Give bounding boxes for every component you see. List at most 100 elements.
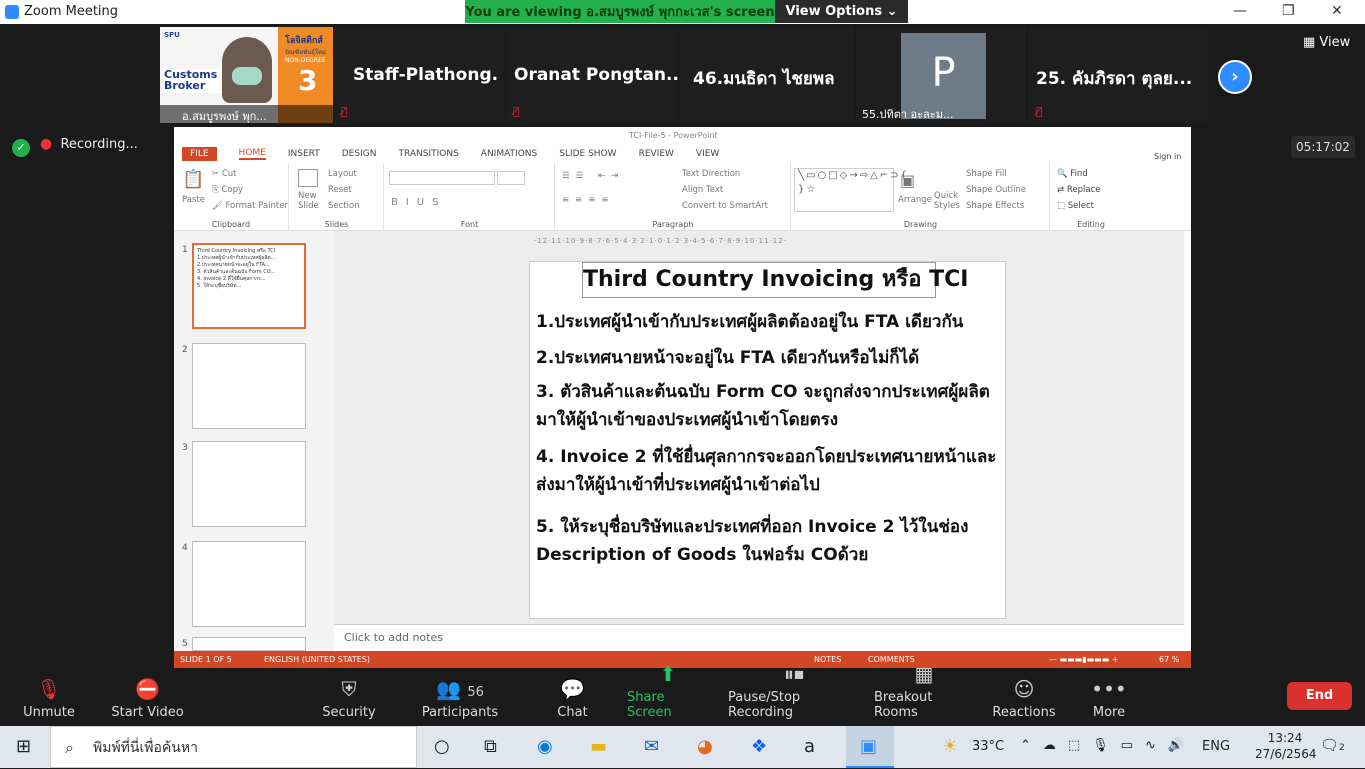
slide-thumbnail-3[interactable] [192, 441, 306, 527]
view-layout-button[interactable]: ▦ View [1303, 35, 1350, 50]
paste-button[interactable]: Paste [182, 195, 205, 205]
shape-effects-button[interactable]: Shape Effects [966, 201, 1024, 211]
layout-button[interactable]: Layout [328, 169, 357, 179]
participant-tile[interactable]: 25. คัมภิรดา ตุลย... 🎙̸ [1028, 27, 1208, 123]
cut-button[interactable]: ✂ Cut [212, 169, 236, 179]
task-view-icon[interactable]: ⧉ [484, 736, 497, 757]
chat-icon: 💬 [560, 677, 585, 701]
slide-thumbnail-4[interactable] [192, 541, 306, 627]
list-buttons[interactable]: ☰☰ ⇤⇥ [562, 171, 624, 181]
language-status: ENGLISH (UNITED STATES) [264, 655, 370, 664]
zoom-taskbar-button[interactable]: ▣ [846, 726, 894, 768]
file-explorer-icon[interactable]: ▬ [590, 736, 607, 757]
security-button[interactable]: ⛨ Security [318, 668, 380, 726]
participant-tile[interactable]: Staff-Plathong. 🎙̸ [335, 27, 505, 123]
find-button[interactable]: 🔍 Find [1057, 169, 1088, 179]
convert-smartart-button[interactable]: Convert to SmartArt [682, 201, 768, 211]
replace-button[interactable]: ⇄ Replace [1057, 185, 1100, 195]
align-buttons[interactable]: ≡≡≡≡ [562, 195, 615, 205]
notes-button[interactable]: NOTES [814, 655, 841, 664]
reactions-button[interactable]: ☺ Reactions [992, 668, 1055, 726]
breakout-rooms-button[interactable]: ▦ Breakout Rooms [874, 662, 974, 726]
group-label: Drawing [903, 220, 938, 229]
tab-animations[interactable]: ANIMATIONS [481, 149, 537, 159]
paste-icon[interactable]: 📋 [182, 169, 204, 190]
slide-thumbnail-5[interactable] [192, 637, 306, 651]
slide-thumbnail-2[interactable] [192, 343, 306, 429]
input-language[interactable]: ENG [1202, 739, 1230, 754]
minimize-icon[interactable]: — [1233, 3, 1247, 19]
shape-fill-button[interactable]: Shape Fill [966, 169, 1007, 179]
view-options-button[interactable]: View Options ⌄ [775, 0, 908, 23]
more-button[interactable]: ••• More [1090, 668, 1128, 726]
start-video-button[interactable]: ⛔ Start Video [110, 668, 185, 726]
reset-button[interactable]: Reset [328, 185, 352, 195]
participant-tile[interactable]: Oranat Pongtan... 🎙̸ [507, 27, 685, 123]
end-meeting-button[interactable]: End [1287, 682, 1352, 710]
text-direction-button[interactable]: Text Direction [682, 169, 740, 179]
course-label: Customs Broker [164, 69, 222, 93]
tab-insert[interactable]: INSERT [288, 149, 320, 159]
comments-button[interactable]: COMMENTS [868, 655, 915, 664]
tab-slide-show[interactable]: SLIDE SHOW [559, 149, 616, 159]
tab-home[interactable]: HOME [238, 148, 266, 160]
copy-button[interactable]: ⎘ Copy [212, 185, 243, 195]
maximize-icon[interactable]: ❐ [1282, 3, 1295, 19]
new-slide-icon[interactable] [298, 169, 318, 187]
shape-outline-button[interactable]: Shape Outline [966, 185, 1026, 195]
arrange-button[interactable]: Arrange [898, 195, 932, 205]
align-text-button[interactable]: Align Text [682, 185, 723, 195]
select-button[interactable]: ⬚ Select [1057, 201, 1094, 211]
font-format-buttons[interactable]: BIUS [391, 197, 446, 208]
zoom-logo-icon [5, 5, 19, 19]
section-button[interactable]: Section [328, 201, 360, 211]
powerpoint-window: TCI-File-5 - PowerPoint Sign in FILE HOM… [174, 127, 1191, 668]
notification-icon[interactable]: 🗨2 [1320, 736, 1345, 754]
thumb-number: 1 [182, 245, 188, 255]
participant-tile[interactable]: P 55.ปทิตา อะละม... [856, 27, 1026, 123]
group-label: Paragraph [652, 220, 694, 229]
amazon-icon[interactable]: a [804, 736, 815, 757]
pause-recording-button[interactable]: ⏸⏹ Pause/Stop Recording [728, 662, 860, 726]
taskbar-clock[interactable]: 13:24 27/6/2564 [1255, 730, 1317, 762]
windows-start-icon[interactable]: ⊞ [16, 736, 31, 757]
share-screen-button[interactable]: ⬆ Share Screen [627, 662, 709, 726]
tab-design[interactable]: DESIGN [342, 149, 377, 159]
participant-tile[interactable]: 46.มนธิดา ไชยพล [679, 27, 854, 123]
format-painter-button[interactable]: 🖌 Format Painter [212, 201, 288, 211]
font-size-field[interactable] [497, 171, 525, 185]
tab-file[interactable]: FILE [182, 147, 217, 161]
slide-canvas[interactable]: Third Country Invoicing หรือ TCI 1.ประเท… [529, 261, 1006, 619]
muted-mic-icon: 🎙̸ [1036, 105, 1043, 118]
close-icon[interactable]: ✕ [1331, 3, 1343, 19]
edge-icon[interactable]: ◉ [537, 736, 553, 757]
notes-pane[interactable]: Click to add notes [334, 624, 1184, 651]
dropbox-icon[interactable]: ❖ [751, 736, 767, 757]
arrange-icon[interactable]: ▣ [900, 171, 915, 190]
new-slide-button[interactable]: New Slide [298, 191, 319, 211]
taskbar-search[interactable]: ⌕ พิมพ์ที่นี่เพื่อค้นหา [50, 726, 417, 768]
tab-view[interactable]: VIEW [696, 149, 719, 159]
shapes-gallery[interactable]: ╲▭○□◇→⇨△⌐⊃{ }☆ [794, 168, 907, 212]
tab-review[interactable]: REVIEW [639, 149, 674, 159]
unmute-button[interactable]: 🎙 Unmute [20, 668, 78, 726]
system-tray-icons[interactable]: ⌃☁⬚🎙▭∿🔊 [1020, 738, 1196, 753]
mail-icon[interactable]: ✉ [644, 736, 659, 757]
muted-mic-icon: 🎙̸ [341, 105, 348, 118]
participant-name: Staff-Plathong. [353, 65, 499, 85]
ribbon: 📋 Paste ✂ Cut ⎘ Copy 🖌 Format Painter Cl… [174, 163, 1191, 231]
firefox-icon[interactable]: ◕ [697, 736, 713, 757]
more-dots-icon: ••• [1091, 677, 1127, 701]
next-page-button[interactable]: › [1218, 60, 1252, 94]
participants-button[interactable]: 👥 56 Participants [420, 668, 500, 726]
participant-tile-speaker[interactable]: SPU Customs Broker โลจิสติกส์ บัณฑิตพันธุ… [160, 27, 333, 123]
cortana-icon[interactable]: ○ [434, 736, 450, 757]
slide-title[interactable]: Third Country Invoicing หรือ TCI [582, 262, 968, 298]
slide-thumbnail-1[interactable]: Third Country Invoicing หรือ TCI 1.ประเทศ… [192, 243, 306, 329]
quick-styles-button[interactable]: Quick Styles [934, 191, 960, 211]
windows-taskbar: ⊞ ⌕ พิมพ์ที่นี่เพื่อค้นหา ○ ⧉ ◉ ▬ ✉ ◕ ❖ a… [0, 726, 1365, 768]
tab-transitions[interactable]: TRANSITIONS [398, 149, 458, 159]
zoom-slider[interactable]: — ▬▬▬▮▬▬▬ + [1049, 655, 1119, 664]
font-name-field[interactable] [389, 171, 495, 185]
chat-button[interactable]: 💬 Chat [550, 668, 595, 726]
